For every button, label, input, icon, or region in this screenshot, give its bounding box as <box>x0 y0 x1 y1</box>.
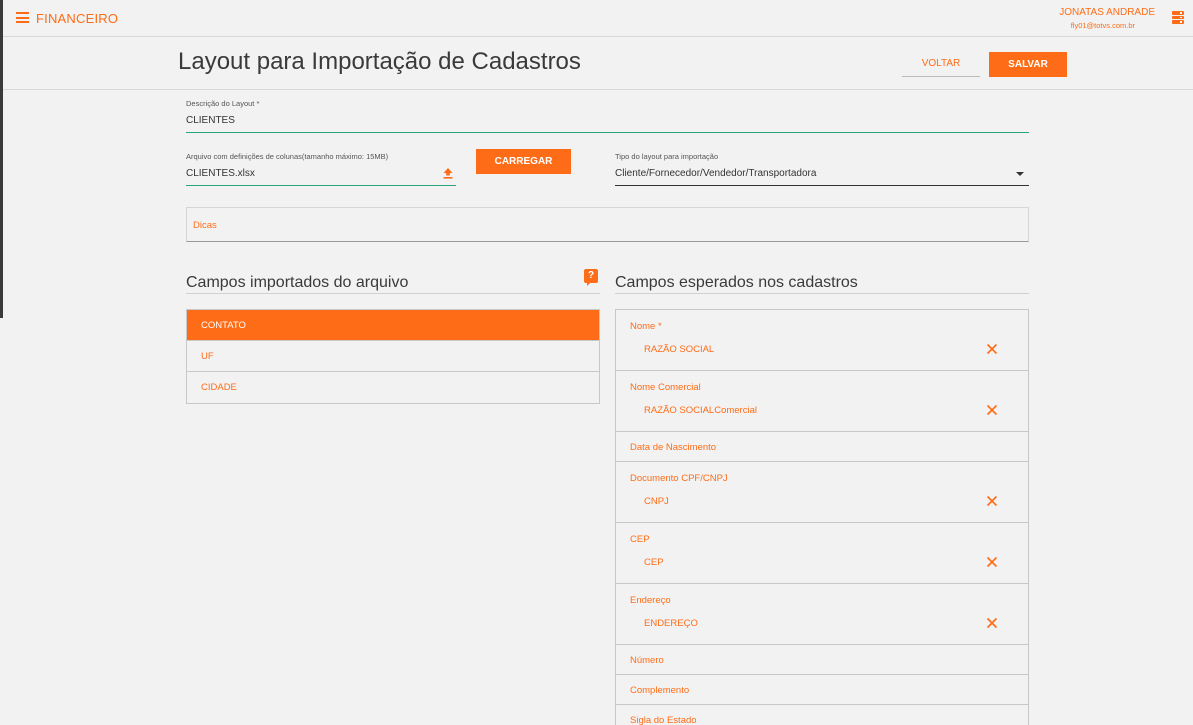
imported-divider <box>186 293 600 294</box>
expected-item-nome-comercial[interactable]: Nome Comercial RAZÃO SOCIALComercial <box>616 371 1028 432</box>
help-icon[interactable]: ? <box>584 269 598 286</box>
arquivo-label: Arquivo com definições de colunas(tamanh… <box>186 152 389 161</box>
expected-item-nome[interactable]: Nome * RAZÃO SOCIAL <box>616 310 1028 371</box>
expected-item-complemento[interactable]: Complemento <box>616 675 1028 705</box>
expected-item-documento[interactable]: Documento CPF/CNPJ CNPJ <box>616 462 1028 523</box>
tipo-label: Tipo do layout para importação <box>615 152 719 161</box>
field-label: Complemento <box>630 685 690 696</box>
top-bar: FINANCEIRO JONATAS ANDRADE fly01@totvs.c… <box>3 0 1193 37</box>
close-icon[interactable] <box>986 617 998 629</box>
server-icon[interactable] <box>1172 11 1184 24</box>
user-name[interactable]: JONATAS ANDRADE <box>1059 7 1155 18</box>
header-divider <box>3 89 1193 90</box>
expected-item-endereco[interactable]: Endereço ENDEREÇO <box>616 584 1028 645</box>
carregar-button[interactable]: CARREGAR <box>476 149 571 174</box>
tipo-underline <box>615 185 1029 186</box>
list-item-contato[interactable]: CONTATO <box>187 310 599 341</box>
app-title[interactable]: FINANCEIRO <box>36 11 118 26</box>
close-icon[interactable] <box>986 556 998 568</box>
mapped-value: ENDEREÇO <box>644 618 698 629</box>
descricao-label: Descrição do Layout * <box>186 99 260 108</box>
mapped-value: CEP <box>644 557 664 568</box>
expected-item-sigla-estado[interactable]: Sigla do Estado <box>616 705 1028 725</box>
mapped-value: RAZÃO SOCIALComercial <box>644 405 757 416</box>
imported-fields-title: Campos importados do arquivo <box>186 274 409 291</box>
field-label: Número <box>630 655 664 666</box>
user-email: fly01@totvs.com.br <box>1070 21 1135 30</box>
list-item-cidade[interactable]: CIDADE <box>187 372 599 403</box>
menu-icon[interactable] <box>16 12 29 23</box>
upload-icon[interactable] <box>442 167 454 179</box>
descricao-underline <box>186 132 1029 133</box>
mapped-value: RAZÃO SOCIAL <box>644 344 715 355</box>
mapped-value: CNPJ <box>644 496 669 507</box>
dicas-label: Dicas <box>193 220 217 231</box>
expected-item-numero[interactable]: Número <box>616 645 1028 675</box>
close-icon[interactable] <box>986 343 998 355</box>
field-label: Endereço <box>630 595 671 606</box>
expected-fields-title: Campos esperados nos cadastros <box>615 274 858 291</box>
field-label: Documento CPF/CNPJ <box>630 473 728 484</box>
field-label: Data de Nascimento <box>630 442 717 453</box>
field-label: Sigla do Estado <box>630 715 697 725</box>
expected-item-data-nascimento[interactable]: Data de Nascimento <box>616 432 1028 462</box>
field-label: CEP <box>630 534 650 545</box>
expected-fields-list: Nome * RAZÃO SOCIAL Nome Comercial RAZÃO… <box>615 309 1029 725</box>
arquivo-underline <box>186 185 456 186</box>
chevron-down-icon[interactable] <box>1016 172 1024 176</box>
descricao-field[interactable]: CLIENTES <box>186 115 235 126</box>
window-left-edge <box>0 0 3 725</box>
expected-item-cep[interactable]: CEP CEP <box>616 523 1028 584</box>
field-label: Nome Comercial <box>630 382 701 393</box>
list-item-uf[interactable]: UF <box>187 341 599 372</box>
voltar-button[interactable]: VOLTAR <box>902 52 980 77</box>
dicas-panel[interactable]: Dicas <box>186 207 1029 242</box>
imported-fields-list: CONTATO UF CIDADE <box>186 309 600 404</box>
arquivo-field[interactable]: CLIENTES.xlsx <box>186 168 255 179</box>
tipo-select[interactable]: Cliente/Fornecedor/Vendedor/Transportado… <box>615 168 816 179</box>
page-title: Layout para Importação de Cadastros <box>178 48 581 75</box>
close-icon[interactable] <box>986 404 998 416</box>
field-label: Nome * <box>630 321 662 332</box>
salvar-button[interactable]: SALVAR <box>989 52 1067 77</box>
close-icon[interactable] <box>986 495 998 507</box>
expected-divider <box>615 293 1029 294</box>
